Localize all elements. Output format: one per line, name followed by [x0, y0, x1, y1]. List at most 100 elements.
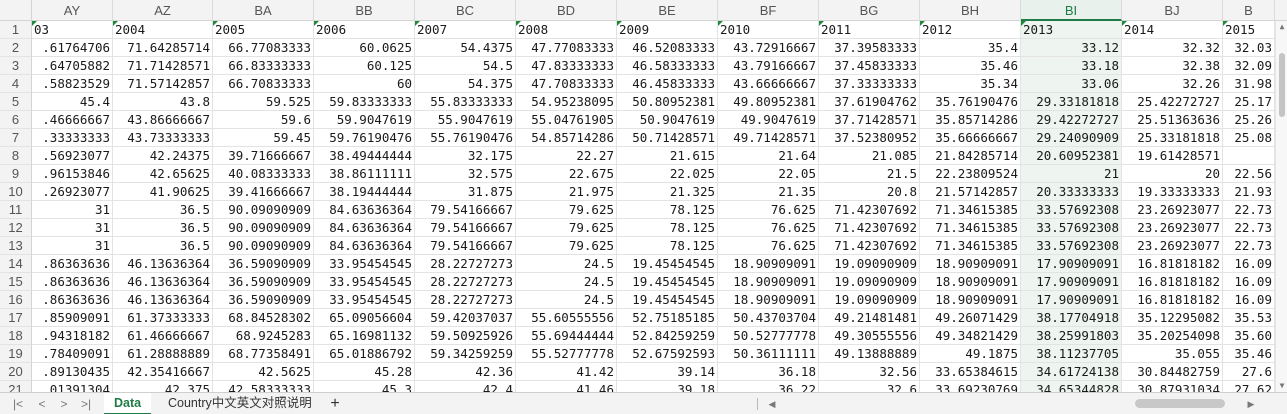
data-cell[interactable]: 84.63636364 [314, 201, 415, 219]
data-cell[interactable]: 66.77083333 [213, 39, 314, 57]
data-cell[interactable]: 46.58333333 [617, 57, 718, 75]
row-header-12[interactable]: 12 [0, 219, 32, 237]
row-header-21[interactable]: 21 [0, 381, 32, 392]
data-cell[interactable]: 21.975 [516, 183, 617, 201]
data-cell[interactable]: 33.12 [1021, 39, 1122, 57]
spreadsheet-grid[interactable]: AY AZ BA BB BC BD BE BF BG BH BI BJ B 1 2 3 4 5 6 7 8 9 10 11 1… [0, 0, 1287, 392]
data-cell[interactable]: 39.71666667 [213, 147, 314, 165]
data-cell[interactable]: 27.62 [1223, 381, 1275, 392]
data-cell[interactable]: 36.5 [113, 237, 213, 255]
data-cell[interactable]: 47.83333333 [516, 57, 617, 75]
data-cell[interactable]: 29.33181818 [1021, 93, 1122, 111]
data-cell[interactable]: 25.08 [1223, 129, 1275, 147]
data-cell[interactable]: 23.26923077 [1122, 201, 1223, 219]
data-cell[interactable]: 18.90909091 [718, 273, 819, 291]
data-cell[interactable]: 35.4 [920, 39, 1021, 57]
data-cell[interactable]: 42.35416667 [113, 363, 213, 381]
data-cell[interactable]: 79.625 [516, 237, 617, 255]
data-cell[interactable]: 78.125 [617, 219, 718, 237]
data-cell[interactable]: 84.63636364 [314, 237, 415, 255]
data-cell[interactable]: 79.625 [516, 201, 617, 219]
column-header-bi[interactable]: BI [1021, 0, 1122, 21]
data-cell[interactable]: .86363636 [32, 291, 113, 309]
data-cell[interactable]: 32.32 [1122, 39, 1223, 57]
vertical-scroll-thumb[interactable] [1279, 53, 1285, 117]
data-cell[interactable]: 25.26 [1223, 111, 1275, 129]
header-cell[interactable]: 2015 [1223, 21, 1275, 39]
data-cell[interactable]: 36.59090909 [213, 291, 314, 309]
data-cell[interactable]: 33.18 [1021, 57, 1122, 75]
data-cell[interactable]: 42.5625 [213, 363, 314, 381]
data-cell[interactable]: 55.9047619 [415, 111, 516, 129]
data-cell[interactable]: 71.57142857 [113, 75, 213, 93]
data-cell[interactable]: 59.42037037 [415, 309, 516, 327]
row-header-2[interactable]: 2 [0, 39, 32, 57]
header-cell[interactable]: 2010 [718, 21, 819, 39]
data-cell[interactable]: 22.56 [1223, 165, 1275, 183]
data-cell[interactable]: 35.85714286 [920, 111, 1021, 129]
data-cell[interactable]: 84.63636364 [314, 219, 415, 237]
tab-country-mapping[interactable]: Country中文英文对照说明 [158, 393, 322, 414]
column-header-bc[interactable]: BC [415, 0, 516, 21]
data-cell[interactable]: 49.1875 [920, 345, 1021, 363]
add-sheet-button[interactable]: + [325, 393, 345, 414]
data-cell[interactable]: 61.46666667 [113, 327, 213, 345]
data-cell[interactable]: 71.42307692 [819, 237, 920, 255]
data-cell[interactable]: 37.52380952 [819, 129, 920, 147]
data-cell[interactable]: 31.98 [1223, 75, 1275, 93]
data-cell[interactable]: 39.18 [617, 381, 718, 392]
data-cell[interactable]: 38.11237705 [1021, 345, 1122, 363]
data-cell[interactable]: 54.4375 [415, 39, 516, 57]
data-cell[interactable]: 47.70833333 [516, 75, 617, 93]
data-cell[interactable]: .89130435 [32, 363, 113, 381]
data-cell[interactable]: 41.90625 [113, 183, 213, 201]
data-cell[interactable]: 49.21481481 [819, 309, 920, 327]
data-cell[interactable]: 45.4 [32, 93, 113, 111]
data-cell[interactable]: 71.42307692 [819, 201, 920, 219]
data-cell[interactable]: 36.22 [718, 381, 819, 392]
data-cell[interactable]: 39.14 [617, 363, 718, 381]
column-header-bb[interactable]: BB [314, 0, 415, 21]
data-cell[interactable]: 71.34615385 [920, 201, 1021, 219]
data-cell[interactable]: 37.33333333 [819, 75, 920, 93]
data-cell[interactable]: 79.54166667 [415, 201, 516, 219]
data-cell[interactable]: 32.38 [1122, 57, 1223, 75]
data-cell[interactable]: 38.86111111 [314, 165, 415, 183]
data-cell[interactable]: 33.57692308 [1021, 237, 1122, 255]
data-cell[interactable]: 43.72916667 [718, 39, 819, 57]
row-header-7[interactable]: 7 [0, 129, 32, 147]
header-cell[interactable]: 2012 [920, 21, 1021, 39]
data-cell[interactable]: 33.69230769 [920, 381, 1021, 392]
prev-sheet-icon[interactable]: < [34, 393, 50, 414]
data-cell[interactable]: 71.71428571 [113, 57, 213, 75]
data-cell[interactable]: 31.875 [415, 183, 516, 201]
data-cell[interactable]: 22.73 [1223, 237, 1275, 255]
data-cell[interactable]: 21.615 [617, 147, 718, 165]
data-cell[interactable]: 33.95454545 [314, 291, 415, 309]
data-cell[interactable]: 20.60952381 [1021, 147, 1122, 165]
header-cell[interactable]: 2005 [213, 21, 314, 39]
data-cell[interactable]: 35.76190476 [920, 93, 1021, 111]
data-cell[interactable]: 41.42 [516, 363, 617, 381]
data-cell[interactable]: 36.18 [718, 363, 819, 381]
data-cell[interactable]: 55.52777778 [516, 345, 617, 363]
header-cell[interactable]: 2004 [113, 21, 213, 39]
row-header-18[interactable]: 18 [0, 327, 32, 345]
data-cell[interactable]: 20 [1122, 165, 1223, 183]
data-cell[interactable]: 19.09090909 [819, 291, 920, 309]
data-cell[interactable]: 27.6 [1223, 363, 1275, 381]
data-cell[interactable]: 38.49444444 [314, 147, 415, 165]
column-header-bf[interactable]: BF [718, 0, 819, 21]
data-cell[interactable]: 42.4 [415, 381, 516, 392]
data-cell[interactable]: 59.9047619 [314, 111, 415, 129]
data-cell[interactable]: 49.9047619 [718, 111, 819, 129]
data-cell[interactable]: 33.65384615 [920, 363, 1021, 381]
data-cell[interactable]: 21.325 [617, 183, 718, 201]
data-cell[interactable]: 16.09 [1223, 255, 1275, 273]
data-cell[interactable]: 19.09090909 [819, 273, 920, 291]
data-cell[interactable]: 34.61724138 [1021, 363, 1122, 381]
data-cell[interactable]: 28.22727273 [415, 291, 516, 309]
column-header-bd[interactable]: BD [516, 0, 617, 21]
data-cell[interactable]: 79.54166667 [415, 219, 516, 237]
data-cell[interactable]: .33333333 [32, 129, 113, 147]
